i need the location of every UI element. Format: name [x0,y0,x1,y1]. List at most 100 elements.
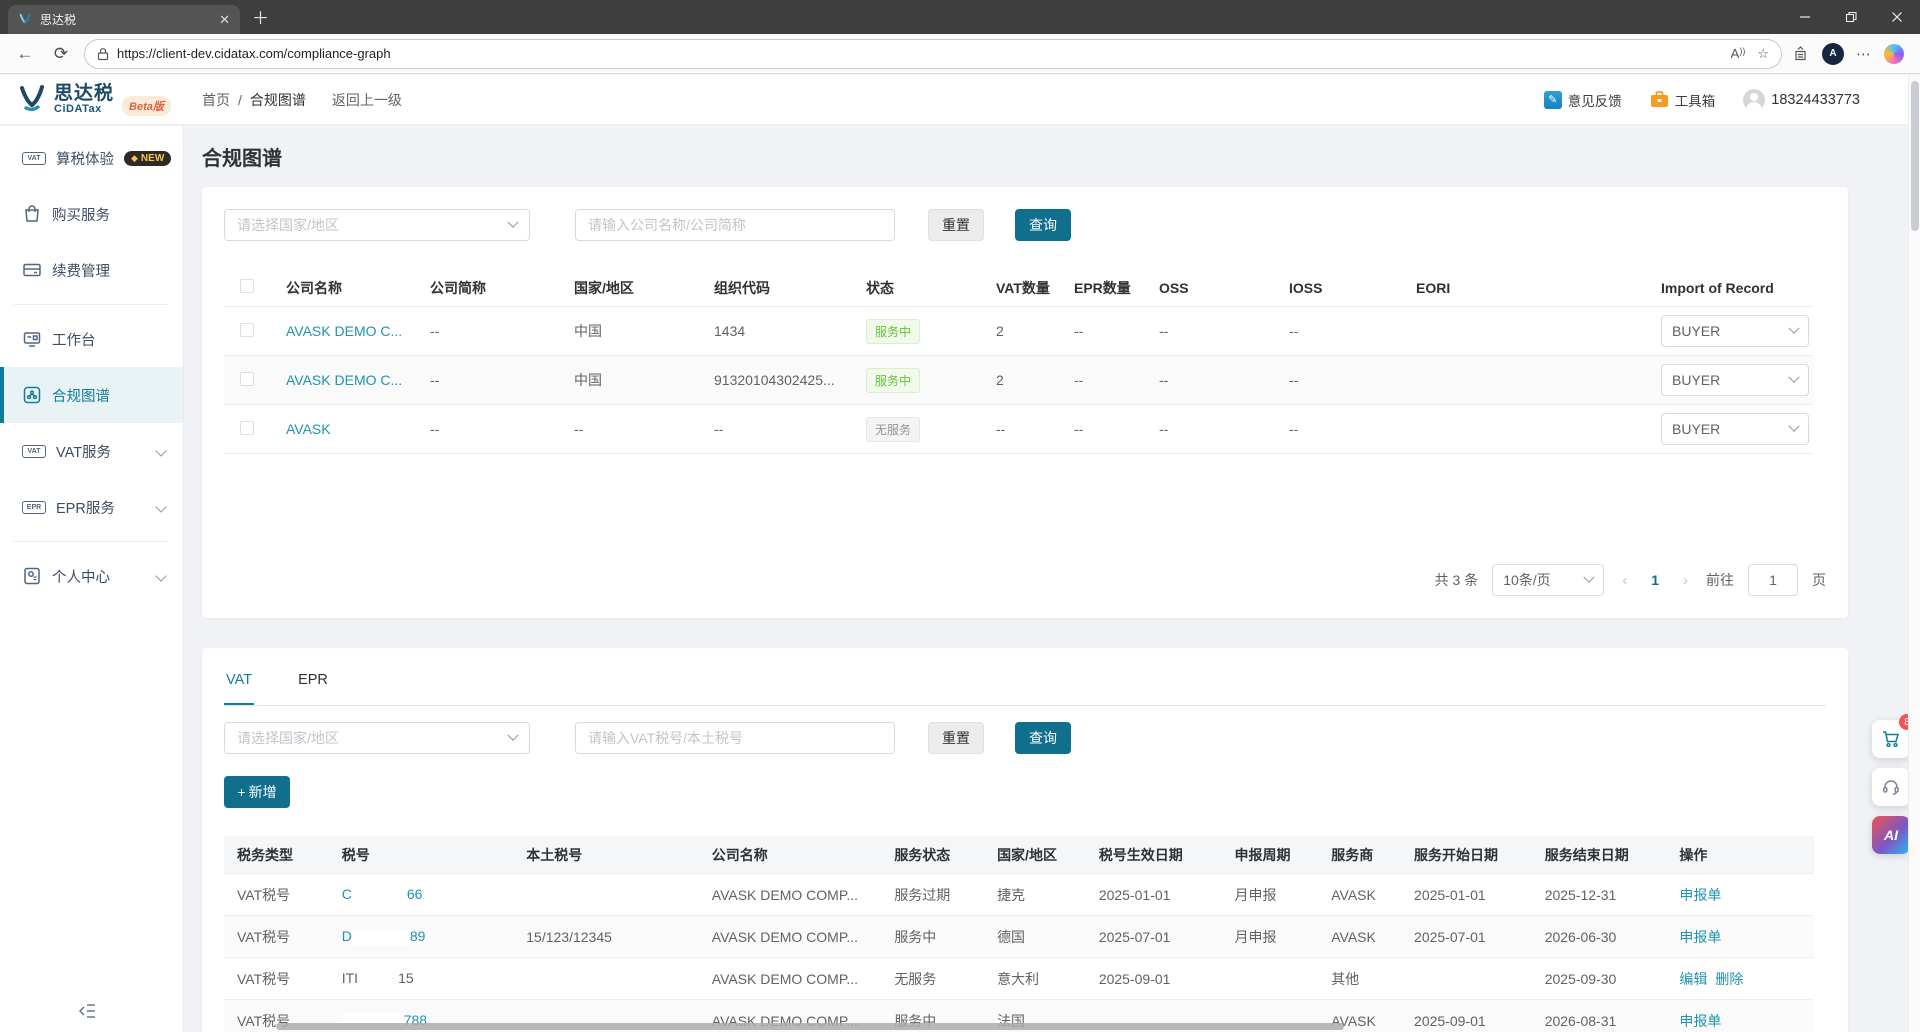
support-button[interactable] [1872,768,1910,806]
tax-number-link[interactable]: C66 [342,886,423,902]
cart-button[interactable]: 8 [1872,720,1910,758]
vat-icon: VAT [22,445,46,458]
prev-page-button[interactable]: ‹ [1618,572,1631,589]
breadcrumb-home[interactable]: 首页 [202,90,230,110]
ai-assistant-button[interactable]: AI [1872,816,1910,854]
sidebar-collapse-button[interactable] [78,1003,96,1022]
chevron-down-icon [155,445,166,456]
add-button[interactable]: + 新增 [224,776,290,808]
import-of-record-select[interactable]: BUYER [1661,364,1809,396]
back-to-previous-link[interactable]: 返回上一级 [332,90,402,110]
app-logo[interactable]: 思达税 CiDATax Beta版 [0,84,184,116]
tab-title: 思达税 [40,11,211,28]
settings-more-icon[interactable]: ⋯ [1856,45,1872,63]
delete-link[interactable]: 删除 [1715,971,1743,987]
sidebar-item-tax-trial[interactable]: VAT 算税体验 ◆NEW [0,130,183,186]
url-text[interactable]: https://client-dev.cidatax.com/complianc… [117,46,1723,61]
scrollbar-thumb[interactable] [1911,81,1919,231]
tax-number-text: ITI15 [342,970,414,986]
copilot-icon[interactable] [1884,44,1904,64]
goto-page-input[interactable] [1748,564,1798,596]
country-select-placeholder: 请选择国家/地区 [237,215,339,235]
tax-table: 税务类型 税号 本土税号 公司名称 服务状态 国家/地区 税号生效日期 申报周期… [224,836,1814,1032]
import-of-record-select[interactable]: BUYER [1661,413,1809,445]
col-header: 服务结束日期 [1537,845,1672,865]
vertical-scrollbar[interactable] [1908,75,1920,1032]
favorite-star-icon[interactable]: ☆ [1757,46,1769,62]
sidebar-item-label: VAT服务 [56,441,111,462]
search-button[interactable]: 查询 [1015,209,1071,241]
sidebar-item-workbench[interactable]: 工作台 [0,311,183,367]
sidebar-item-vat-service[interactable]: VAT VAT服务 [0,423,183,479]
tax-number-input[interactable] [575,722,895,754]
back-icon[interactable]: ← [12,44,38,64]
select-all-checkbox[interactable] [240,279,254,293]
company-link[interactable]: AVASK DEMO C... [286,372,402,388]
sidebar-item-epr-service[interactable]: EPR EPR服务 [0,479,183,535]
address-bar[interactable]: https://client-dev.cidatax.com/complianc… [84,39,1782,69]
sidebar-item-renewal[interactable]: 续费管理 [0,242,183,298]
feedback-icon: ✎ [1544,91,1562,109]
col-header: 服务状态 [886,845,989,865]
company-link[interactable]: AVASK [286,421,331,437]
breadcrumb-current: 合规图谱 [250,90,306,110]
col-header: 本土税号 [518,845,704,865]
window-close-button[interactable] [1874,0,1920,34]
cart-icon [1881,729,1901,749]
next-page-button[interactable]: › [1679,572,1692,589]
sidebar-item-label: 个人中心 [52,566,110,587]
col-header: 服务商 [1323,845,1406,865]
col-header: VAT数量 [988,278,1066,298]
new-tab-button[interactable]: ＋ [252,4,269,34]
epr-icon: EPR [22,501,46,514]
account-menu[interactable]: 18324433773 [1743,89,1860,111]
sidebar-item-personal-center[interactable]: 个人中心 [0,548,183,604]
redaction [352,887,407,903]
tab-vat[interactable]: VAT [224,670,254,705]
row-checkbox[interactable] [240,323,254,337]
company-keyword-input[interactable] [575,209,895,241]
reset-button[interactable]: 重置 [928,209,984,241]
tax-tabs: VAT EPR [224,670,1826,706]
col-header: 操作 [1671,845,1814,865]
refresh-icon[interactable]: ⟳ [48,44,74,64]
row-checkbox[interactable] [240,421,254,435]
declaration-link[interactable]: 申报单 [1679,1013,1721,1029]
tax-number-link[interactable]: D89 [342,928,426,944]
edit-link[interactable]: 编辑 [1679,971,1707,987]
search-button[interactable]: 查询 [1015,722,1071,754]
horizontal-scrollbar-thumb[interactable] [276,1023,1344,1030]
page-size-select[interactable]: 10条/页 [1492,564,1604,596]
country-select[interactable]: 请选择国家/地区 [224,209,530,241]
tab-epr[interactable]: EPR [296,670,330,705]
col-header: 状态 [858,278,988,298]
tab-close-icon[interactable]: ✕ [219,12,230,28]
sidebar-item-purchase[interactable]: 购买服务 [0,186,183,242]
sidebar-item-compliance-graph[interactable]: 合规图谱 [0,367,183,423]
sidebar-divider [14,541,169,542]
status-badge: 无服务 [866,417,920,442]
extension-icon[interactable]: A [1822,43,1844,65]
main-content: 合规图谱 请选择国家/地区 重置 查询 公司名称 公司简称 国家/地区 组织代码… [184,126,1908,1032]
page-number[interactable]: 1 [1645,572,1665,588]
import-of-record-select[interactable]: BUYER [1661,315,1809,347]
read-aloud-icon[interactable]: A [1731,46,1746,61]
toolbox-button[interactable]: 工具箱 [1650,90,1716,110]
avatar [1743,89,1765,111]
declaration-link[interactable]: 申报单 [1679,929,1721,945]
collections-icon[interactable] [1792,46,1810,62]
col-header: 税号生效日期 [1091,845,1227,865]
breadcrumb-separator: / [238,92,242,108]
browser-tab[interactable]: 思达税 ✕ [8,5,240,34]
feedback-button[interactable]: ✎ 意见反馈 [1544,90,1622,110]
declaration-link[interactable]: 申报单 [1679,887,1721,903]
reset-button[interactable]: 重置 [928,722,984,754]
country-select[interactable]: 请选择国家/地区 [224,722,530,754]
window-minimize-button[interactable] [1782,0,1828,34]
row-checkbox[interactable] [240,372,254,386]
company-link[interactable]: AVASK DEMO C... [286,323,402,339]
new-badge: ◆NEW [124,151,171,166]
col-header: 税号 [334,845,519,865]
col-header: IOSS [1281,280,1408,296]
window-restore-button[interactable] [1828,0,1874,34]
